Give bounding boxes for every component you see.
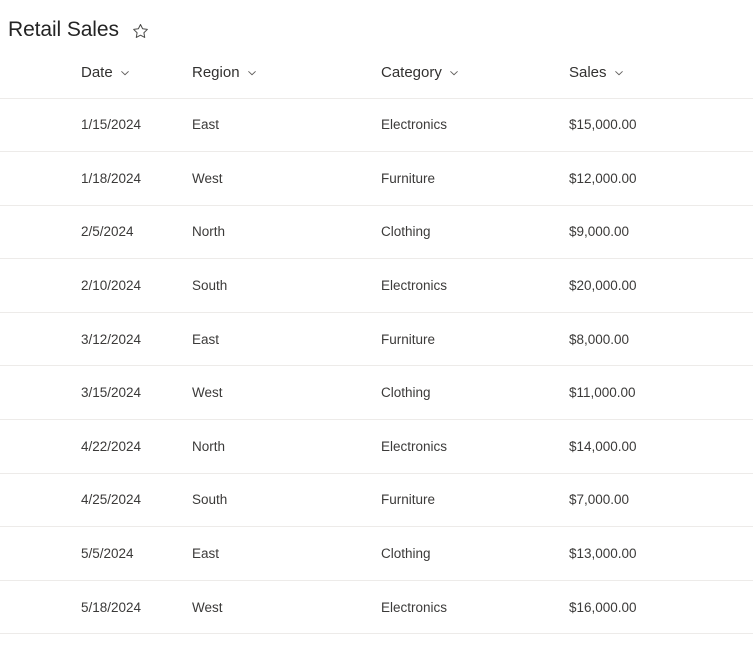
cell-category: Electronics bbox=[374, 98, 562, 153]
column-header-region[interactable]: Region bbox=[185, 48, 374, 99]
table-row[interactable]: 3/15/2024 West Clothing $11,000.00 bbox=[0, 365, 753, 421]
table-row[interactable]: 2/10/2024 South Electronics $20,000.00 bbox=[0, 258, 753, 313]
title-bar: Retail Sales bbox=[0, 0, 753, 48]
cell-date: 5/18/2024 bbox=[0, 580, 185, 635]
cell-category: Electronics bbox=[374, 580, 562, 635]
chevron-down-icon bbox=[120, 68, 130, 78]
cell-region: North bbox=[185, 205, 374, 260]
cell-date: 2/10/2024 bbox=[0, 258, 185, 313]
cell-sales: $7,000.00 bbox=[562, 473, 753, 528]
table-row[interactable]: 5/18/2024 West Electronics $16,000.00 bbox=[0, 580, 753, 635]
retail-sales-table: Date Region Category Sales 1/15/2024 Eas… bbox=[0, 48, 753, 635]
table-header: Date Region Category Sales bbox=[0, 48, 753, 99]
table-row[interactable]: 5/5/2024 East Clothing $13,000.00 bbox=[0, 526, 753, 581]
table-row[interactable]: 1/18/2024 West Furniture $12,000.00 bbox=[0, 151, 753, 206]
table-row[interactable]: 1/15/2024 East Electronics $15,000.00 bbox=[0, 98, 753, 153]
chevron-down-icon bbox=[247, 68, 257, 78]
cell-region: West bbox=[185, 365, 374, 421]
cell-sales: $13,000.00 bbox=[562, 526, 753, 581]
cell-region: South bbox=[185, 258, 374, 313]
chevron-down-icon bbox=[614, 68, 624, 78]
column-header-label: Region bbox=[192, 63, 240, 81]
table-body: 1/15/2024 East Electronics $15,000.00 1/18/2… bbox=[0, 98, 753, 635]
cell-sales: $12,000.00 bbox=[562, 151, 753, 206]
column-header-region-button[interactable]: Region bbox=[192, 60, 261, 86]
table-row[interactable]: 3/12/2024 East Furniture $8,000.00 bbox=[0, 312, 753, 367]
cell-region: East bbox=[185, 98, 374, 153]
cell-date: 3/15/2024 bbox=[0, 365, 185, 421]
list-view: Retail Sales Date Region Category Sales … bbox=[0, 0, 753, 649]
cell-sales: $20,000.00 bbox=[562, 258, 753, 313]
table-container: Date Region Category Sales 1/15/2024 Eas… bbox=[0, 48, 753, 635]
cell-region: North bbox=[185, 419, 374, 474]
cell-category: Clothing bbox=[374, 526, 562, 581]
cell-date: 2/5/2024 bbox=[0, 205, 185, 260]
column-header-category-button[interactable]: Category bbox=[381, 60, 463, 86]
cell-date: 1/15/2024 bbox=[0, 98, 185, 153]
cell-sales: $11,000.00 bbox=[562, 365, 753, 421]
cell-date: 4/22/2024 bbox=[0, 419, 185, 474]
column-header-date-button[interactable]: Date bbox=[81, 60, 134, 86]
cell-date: 3/12/2024 bbox=[0, 312, 185, 367]
column-header-label: Category bbox=[381, 63, 442, 81]
cell-region: West bbox=[185, 580, 374, 635]
column-header-date[interactable]: Date bbox=[0, 48, 185, 99]
cell-sales: $15,000.00 bbox=[562, 98, 753, 153]
column-header-sales[interactable]: Sales bbox=[562, 48, 753, 99]
chevron-down-icon bbox=[449, 68, 459, 78]
cell-category: Furniture bbox=[374, 473, 562, 528]
cell-sales: $8,000.00 bbox=[562, 312, 753, 367]
cell-date: 1/18/2024 bbox=[0, 151, 185, 206]
cell-date: 4/25/2024 bbox=[0, 473, 185, 528]
table-header-row: Date Region Category Sales bbox=[0, 48, 753, 99]
column-header-sales-button[interactable]: Sales bbox=[569, 60, 628, 86]
cell-sales: $9,000.00 bbox=[562, 205, 753, 260]
cell-category: Electronics bbox=[374, 419, 562, 474]
table-row[interactable]: 4/25/2024 South Furniture $7,000.00 bbox=[0, 473, 753, 528]
cell-region: East bbox=[185, 312, 374, 367]
cell-category: Clothing bbox=[374, 205, 562, 260]
cell-category: Electronics bbox=[374, 258, 562, 313]
cell-sales: $14,000.00 bbox=[562, 419, 753, 474]
cell-category: Clothing bbox=[374, 365, 562, 421]
column-header-label: Date bbox=[81, 63, 113, 81]
cell-category: Furniture bbox=[374, 151, 562, 206]
cell-category: Furniture bbox=[374, 312, 562, 367]
cell-region: South bbox=[185, 473, 374, 528]
column-header-label: Sales bbox=[569, 63, 607, 81]
cell-sales: $16,000.00 bbox=[562, 580, 753, 635]
cell-date: 5/5/2024 bbox=[0, 526, 185, 581]
table-row[interactable]: 2/5/2024 North Clothing $9,000.00 bbox=[0, 205, 753, 260]
column-header-category[interactable]: Category bbox=[374, 48, 562, 99]
table-row[interactable]: 4/22/2024 North Electronics $14,000.00 bbox=[0, 419, 753, 474]
page-title: Retail Sales bbox=[8, 18, 119, 41]
cell-region: West bbox=[185, 151, 374, 206]
cell-region: East bbox=[185, 526, 374, 581]
star-outline-icon[interactable] bbox=[129, 20, 153, 44]
